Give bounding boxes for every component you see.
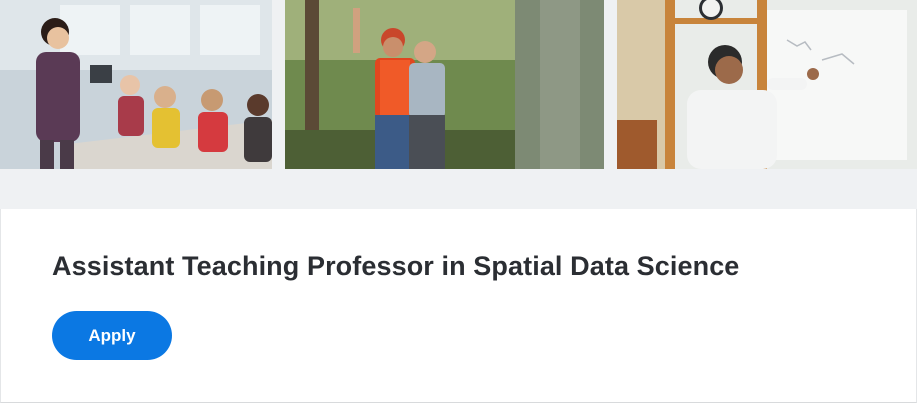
apply-button[interactable]: Apply bbox=[52, 311, 172, 360]
whiteboard-lecture-photo bbox=[617, 0, 917, 169]
classroom-discussion-photo bbox=[0, 0, 272, 169]
job-title: Assistant Teaching Professor in Spatial … bbox=[52, 251, 740, 281]
hero-banner bbox=[0, 0, 917, 209]
job-posting-card: Assistant Teaching Professor in Spatial … bbox=[0, 209, 917, 403]
field-research-photo bbox=[285, 0, 604, 169]
